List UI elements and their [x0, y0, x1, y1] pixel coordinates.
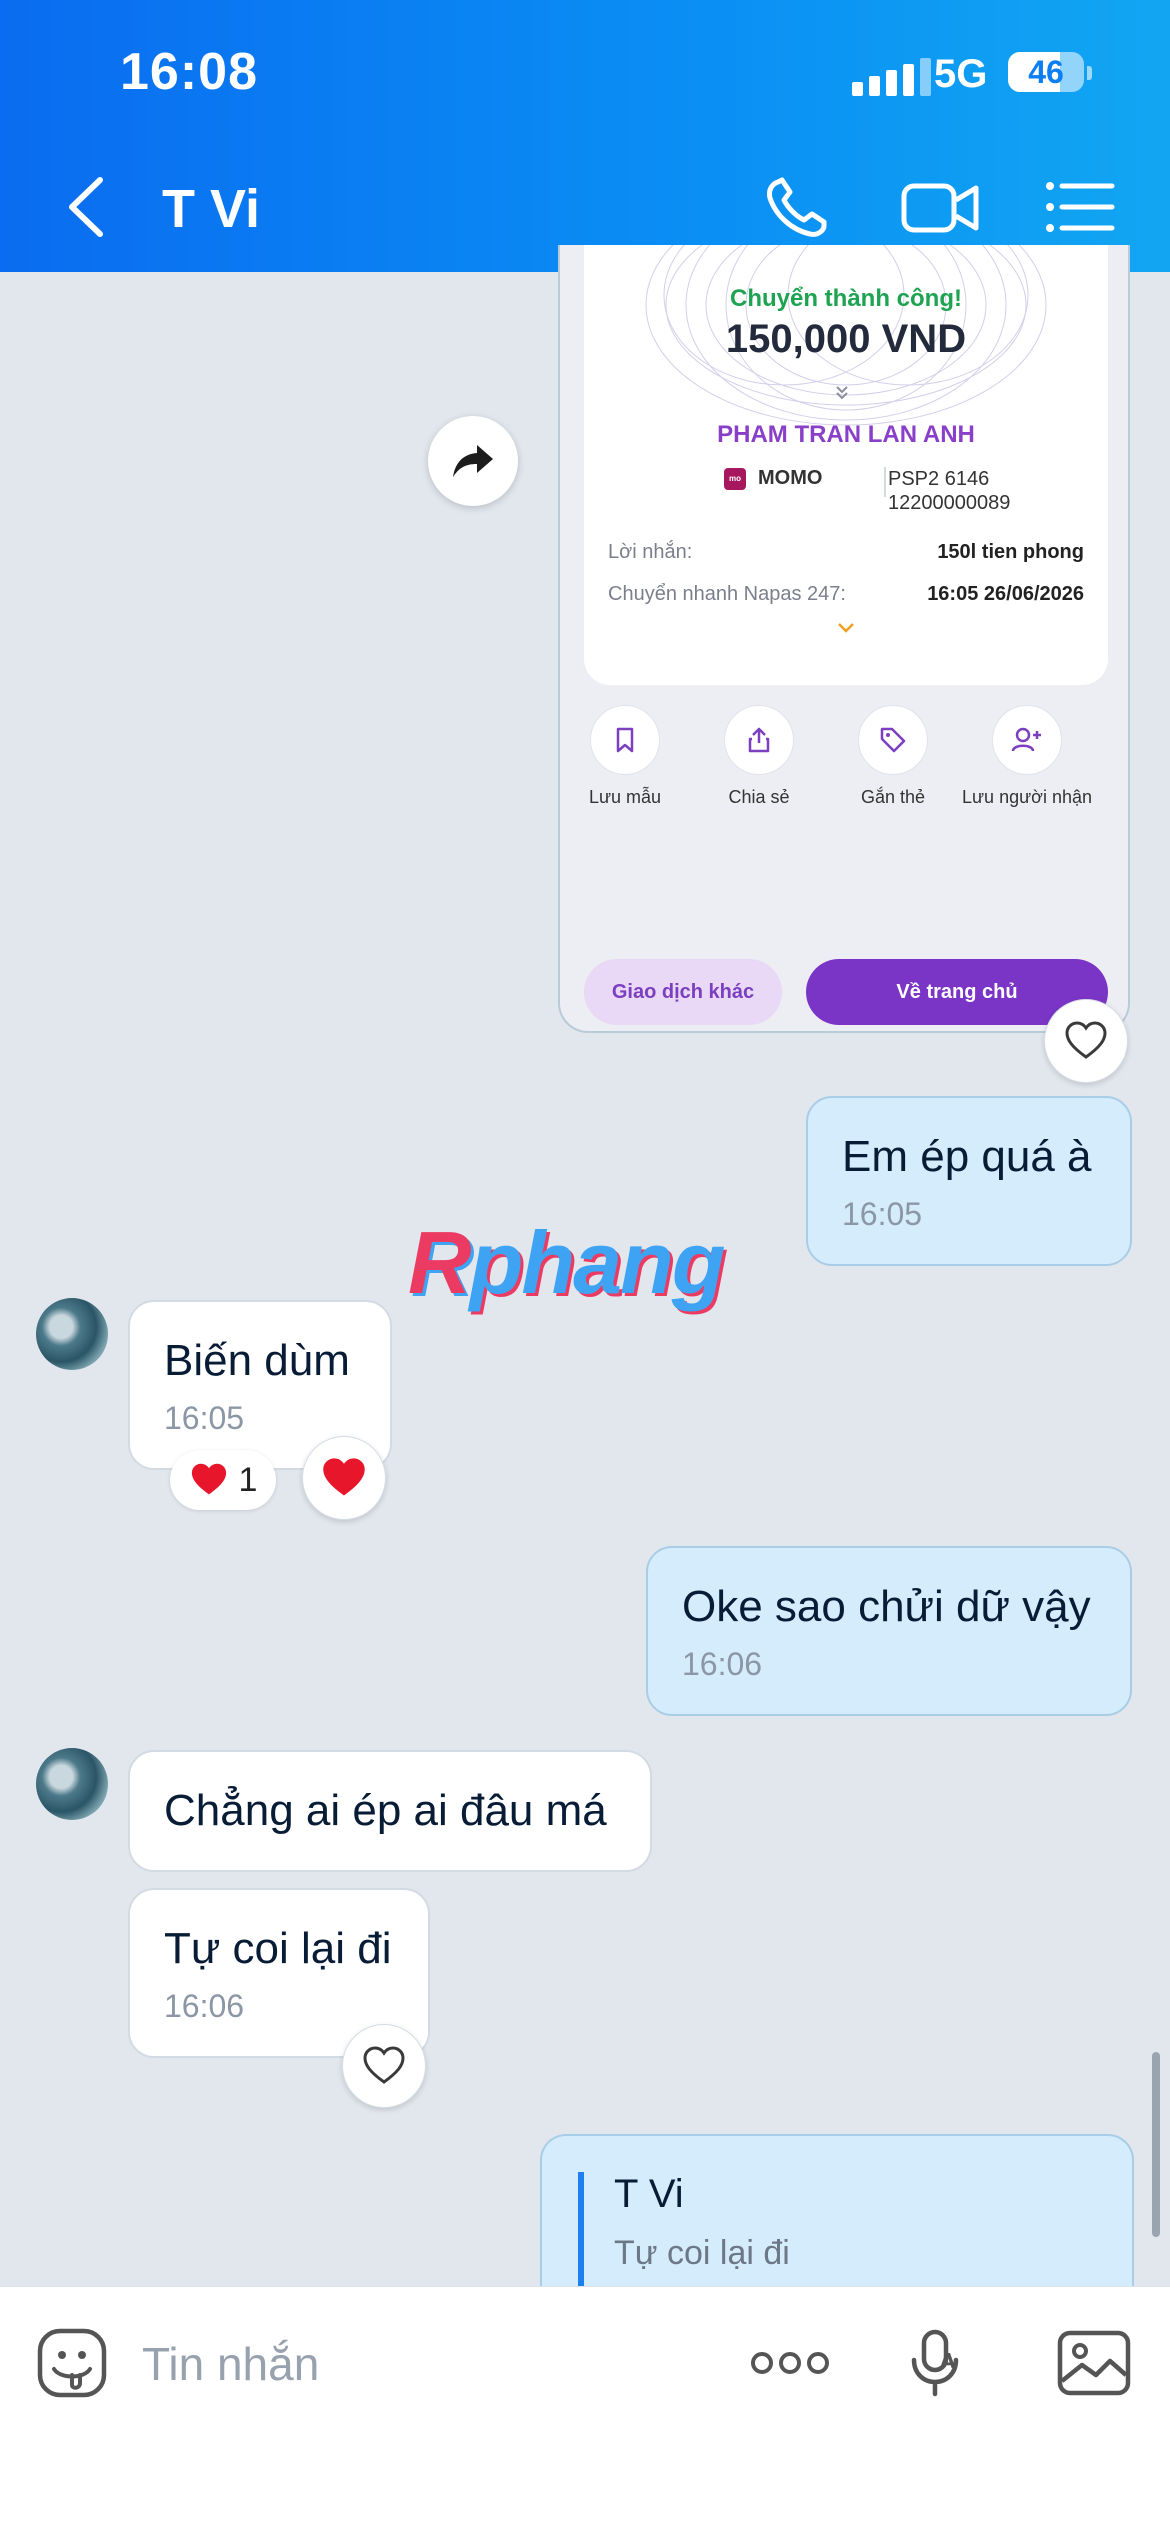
momo-logo-icon: mo	[724, 467, 746, 490]
reply-bubble-outgoing[interactable]: T Vi Tự coi lại đi	[540, 2134, 1134, 2296]
message-text: Em ép quá à	[842, 1132, 1092, 1181]
contact-name[interactable]: T Vi	[162, 178, 260, 240]
phone-icon	[767, 177, 827, 237]
message-text: Tự coi lại đi	[164, 1924, 392, 1973]
account-line-1: PSP2 6146	[888, 468, 990, 490]
heart-outline-icon	[1065, 1021, 1107, 1059]
heart-outline-icon	[363, 2046, 405, 2084]
react-button[interactable]	[1044, 999, 1128, 1083]
battery-icon: 46	[1008, 52, 1084, 92]
share-action[interactable]: Chia sẻ	[694, 705, 824, 808]
message-text: Chẳng ai ép ai đâu má	[164, 1786, 607, 1835]
heart-icon	[191, 1463, 226, 1495]
battery-level: 46	[1028, 53, 1064, 90]
more-options-button[interactable]	[750, 2323, 830, 2403]
menu-button[interactable]	[1040, 172, 1120, 242]
react-button[interactable]	[302, 1436, 386, 1520]
transfer-time-row: Chuyển nhanh Napas 247: 16:05 26/06/2026	[608, 583, 1084, 606]
message-bubble-outgoing[interactable]: Oke sao chửi dữ vậy 16:06	[646, 1546, 1132, 1716]
reaction-summary[interactable]: 1	[170, 1450, 276, 1510]
tag-icon	[880, 727, 906, 753]
message-text: Oke sao chửi dữ vậy	[682, 1582, 1091, 1631]
call-button[interactable]	[758, 172, 838, 242]
message-time: 16:06	[164, 1988, 245, 2024]
action-label: Lưu mẫu	[588, 787, 662, 807]
video-camera-icon	[901, 183, 979, 233]
add-person-icon	[1011, 727, 1041, 752]
microphone-icon: A	[911, 2329, 959, 2397]
message-label: Lời nhắn:	[608, 541, 693, 563]
more-dots-icon	[751, 2352, 829, 2374]
contact-avatar[interactable]	[36, 1748, 108, 1820]
action-label: Gắn thẻ	[860, 787, 926, 807]
list-icon	[1046, 182, 1115, 232]
react-button[interactable]	[342, 2024, 426, 2108]
status-time: 16:08	[120, 43, 258, 101]
scrollbar[interactable]	[1152, 2052, 1160, 2237]
share-icon	[748, 727, 770, 753]
action-label: Chia sẻ	[728, 787, 790, 807]
quoted-sender: T Vi	[614, 2172, 684, 2216]
contact-avatar[interactable]	[36, 1298, 108, 1370]
back-button[interactable]	[56, 172, 116, 242]
transfer-amount: 150,000 VND	[725, 317, 967, 361]
tag-action[interactable]: Gắn thẻ	[828, 705, 958, 808]
account-line-2: 12200000089	[888, 492, 1011, 514]
emoji-icon	[37, 2328, 107, 2398]
action-label: Lưu người nhận	[962, 787, 1092, 807]
message-time: 16:06	[682, 1646, 763, 1682]
account-number: PSP2 6146 12200000089	[888, 467, 1010, 515]
forward-icon	[453, 445, 493, 477]
save-recipient-action[interactable]: Lưu người nhận	[962, 705, 1092, 808]
reaction-count: 1	[238, 1460, 258, 1499]
message-bubble-incoming[interactable]: Chẳng ai ép ai đâu má	[128, 1750, 652, 1872]
voice-button[interactable]: A	[896, 2323, 976, 2403]
sticker-button[interactable]	[32, 2323, 112, 2403]
watermark-part-2: phang	[469, 1213, 726, 1312]
message-time: 16:05	[164, 1400, 245, 1436]
chevron-left-icon	[69, 177, 103, 237]
transfer-status: Chuyển thành công!	[730, 285, 962, 312]
save-template-action[interactable]: Lưu mẫu	[560, 705, 690, 808]
signal-icon	[852, 58, 931, 96]
transfer-time-value: 16:05 26/06/2026	[927, 583, 1084, 605]
chat-header: 16:08 5G 46 T Vi	[0, 0, 1170, 272]
message-row: Lời nhắn: 150l tien phong	[608, 541, 1084, 564]
other-transaction-button[interactable]: Giao dịch khác	[584, 959, 782, 1025]
message-time: 16:05	[842, 1196, 923, 1232]
chevron-down-icon[interactable]	[836, 621, 856, 635]
image-button[interactable]	[1054, 2323, 1134, 2403]
bank-info: mo MOMO	[724, 467, 822, 490]
forward-button[interactable]	[428, 416, 518, 506]
message-input[interactable]: Tin nhắn	[142, 2337, 319, 2391]
message-value: 150l tien phong	[937, 541, 1084, 563]
video-call-button[interactable]	[900, 172, 980, 242]
quoted-text: Tự coi lại đi	[614, 2234, 790, 2272]
heart-icon	[323, 1458, 365, 1496]
image-icon	[1057, 2330, 1131, 2396]
quote-bar	[578, 2172, 584, 2296]
bank-name: MOMO	[758, 467, 823, 489]
receipt-actions: Lưu mẫu Chia sẻ Gắn thẻ Lưu người nhận	[560, 685, 1128, 845]
watermark-logo: Rphang	[408, 1212, 726, 1314]
recipient-name: PHAM TRAN LAN ANH	[717, 421, 975, 448]
transfer-time-label: Chuyển nhanh Napas 247:	[608, 583, 846, 605]
watermark-part-1: R	[408, 1213, 472, 1312]
transfer-receipt-card[interactable]: Chuyển thành công! 150,000 VND PHAM TRAN…	[558, 245, 1130, 1033]
message-input-bar: Tin nhắn A	[0, 2286, 1170, 2532]
message-text: Biến dùm	[164, 1336, 350, 1385]
svg-text:A: A	[940, 2349, 956, 2373]
message-bubble-outgoing[interactable]: Em ép quá à 16:05	[806, 1096, 1132, 1266]
chevron-double-down-icon	[836, 386, 848, 400]
bookmark-icon	[616, 727, 634, 753]
network-label: 5G	[934, 52, 988, 96]
receipt-panel: Chuyển thành công! 150,000 VND PHAM TRAN…	[584, 245, 1108, 685]
